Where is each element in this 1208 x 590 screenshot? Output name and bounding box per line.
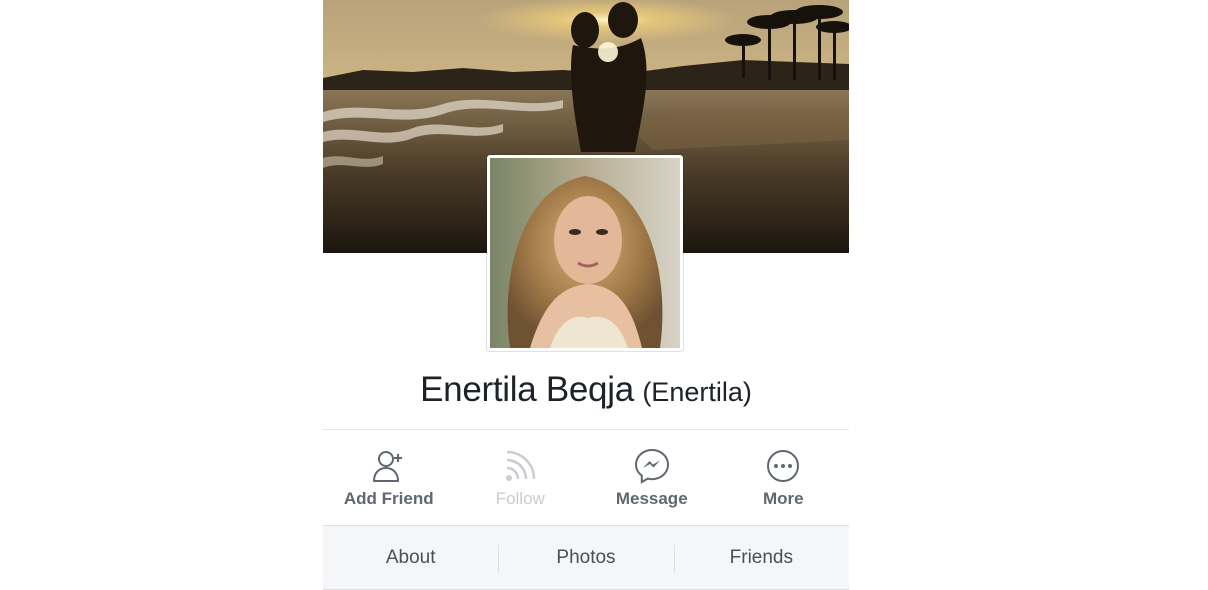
profile-picture[interactable] bbox=[490, 158, 680, 348]
add-friend-label: Add Friend bbox=[343, 489, 434, 508]
profile-tabs: About Photos Friends bbox=[323, 525, 849, 590]
add-friend-icon bbox=[371, 448, 407, 484]
more-button[interactable]: More bbox=[718, 430, 850, 524]
tab-photos[interactable]: Photos bbox=[498, 526, 673, 589]
message-label: Message bbox=[615, 489, 688, 508]
profile-picture-frame[interactable] bbox=[487, 155, 683, 351]
message-button[interactable]: Message bbox=[586, 430, 718, 524]
follow-rss-icon bbox=[502, 448, 538, 484]
tab-friends[interactable]: Friends bbox=[673, 526, 849, 589]
messenger-icon bbox=[634, 448, 670, 484]
profile-name: Enertila Beqja (Enertila) bbox=[323, 370, 849, 410]
more-label: More bbox=[762, 489, 804, 508]
tab-about[interactable]: About bbox=[323, 526, 498, 589]
profile-alternate-name: (Enertila) bbox=[642, 377, 752, 407]
profile-action-bar: Add Friend Follow Message More bbox=[323, 430, 849, 524]
profile-full-name: Enertila Beqja bbox=[420, 370, 634, 409]
follow-button[interactable]: Follow bbox=[455, 430, 587, 524]
add-friend-button[interactable]: Add Friend bbox=[323, 430, 455, 524]
follow-label: Follow bbox=[495, 489, 545, 508]
profile-header: Enertila Beqja (Enertila) Add Friend Fol… bbox=[323, 0, 849, 590]
more-dots-icon bbox=[765, 448, 801, 484]
